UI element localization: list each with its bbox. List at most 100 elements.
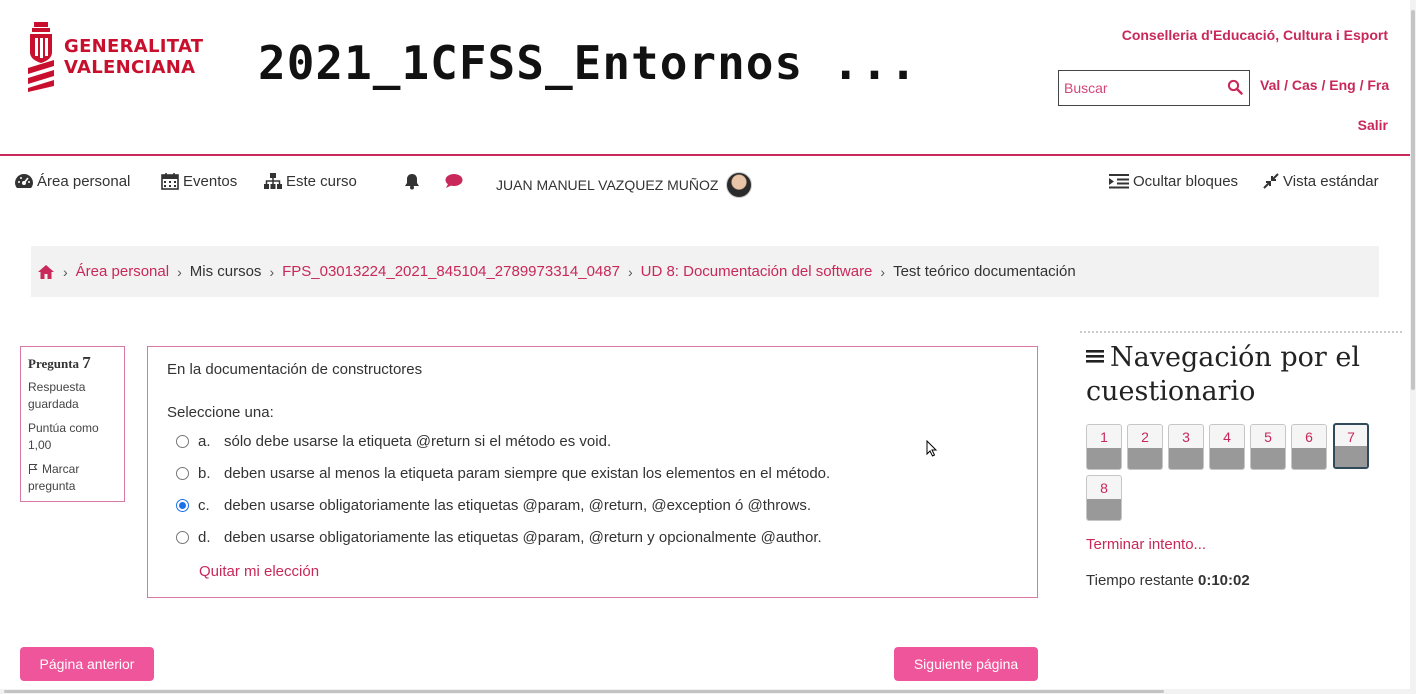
quiz-nav-number: 6 [1305,429,1313,445]
compress-icon [1263,173,1279,189]
breadcrumb-area-personal[interactable]: Área personal [76,263,169,280]
quiz-nav-button-5[interactable]: 5 [1250,424,1286,470]
answered-indicator [1128,448,1162,469]
option-letter: b. [198,464,211,482]
question-number-value: 7 [82,353,91,372]
search-input[interactable] [1064,73,1224,103]
option-text: deben usarse obligatoriamente las etique… [224,496,812,514]
question-content: En la documentación de constructores Sel… [147,346,1038,598]
vertical-scrollbar-thumb[interactable] [1411,10,1415,390]
standard-view-button[interactable]: Vista estándar [1262,172,1379,190]
course-title[interactable]: 2021_1CFSS_Entornos ... [258,36,918,90]
answered-indicator [1292,448,1326,469]
option-text: deben usarse al menos la etiqueta param … [224,464,831,482]
user-menu[interactable]: JUAN MANUEL VAZQUEZ MUÑOZ [496,172,753,198]
answered-indicator [1087,499,1121,520]
nav-este-curso-label: Este curso [286,172,357,190]
user-name: JUAN MANUEL VAZQUEZ MUÑOZ [496,177,719,193]
question-label: Pregunta [28,356,80,371]
radio-button-a[interactable] [176,434,189,448]
breadcrumb-unit[interactable]: UD 8: Documentación del software [641,263,873,280]
flag-question-link[interactable]: Marcar pregunta [28,461,117,495]
quiz-nav-button-1[interactable]: 1 [1086,424,1122,470]
logout-link[interactable]: Salir [1358,117,1388,133]
vertical-scrollbar[interactable] [1410,0,1416,694]
logo-line-1: GENERALITAT [64,36,204,57]
hide-blocks-label: Ocultar bloques [1133,172,1239,190]
generalitat-logo[interactable]: GENERALITAT VALENCIANA [24,20,203,94]
nav-eventos-label: Eventos [183,172,238,190]
finish-attempt-link[interactable]: Terminar intento... [1086,536,1206,553]
hide-blocks-button[interactable]: Ocultar bloques [1108,172,1238,190]
search-icon[interactable] [1227,79,1243,95]
quiz-nav-number: 2 [1141,429,1149,445]
nav-este-curso[interactable]: Este curso [263,172,357,190]
answered-indicator [1087,448,1121,469]
question-info: Pregunta 7 Respuesta guardada Puntúa com… [20,346,125,502]
search-box [1058,70,1250,106]
language-selector[interactable]: Val / Cas / Eng / Fra [1260,77,1389,93]
answered-indicator [1251,448,1285,469]
quiz-navigation-heading: Navegación por el cuestionario [1086,341,1386,409]
logo-line-2: VALENCIANA [64,57,196,78]
answered-indicator [1210,448,1244,469]
generalitat-emblem-icon [28,22,54,92]
clear-choice-link[interactable]: Quitar mi elección [199,563,1018,580]
quiz-nav-button-2[interactable]: 2 [1127,424,1163,470]
conselleria-link[interactable]: Conselleria d'Educació, Cultura i Esport [1122,27,1388,43]
quiz-nav-button-7[interactable]: 7 [1333,423,1369,469]
breadcrumb-separator: › [269,263,275,280]
breadcrumb: › Área personal › Mis cursos › FPS_03013… [31,246,1379,297]
answer-option-b[interactable]: b. deben usarse al menos la etiqueta par… [176,457,1018,489]
nav-area-personal[interactable]: Área personal [14,172,130,190]
question-grade: Puntúa como 1,00 [28,421,99,452]
quiz-nav-number: 5 [1264,429,1272,445]
answer-prompt: Seleccione una: [167,404,274,421]
quiz-nav-button-6[interactable]: 6 [1291,424,1327,470]
breadcrumb-mis-cursos: Mis cursos [189,263,262,280]
quiz-nav-number: 3 [1182,429,1190,445]
calendar-icon [161,173,179,190]
radio-button-c[interactable] [176,498,189,512]
messages-button[interactable] [444,172,467,190]
option-letter: a. [198,432,211,450]
nav-area-personal-label: Área personal [37,172,131,190]
option-letter: d. [198,528,211,546]
answer-option-c[interactable]: c. deben usarse obligatoriamente las eti… [176,489,1018,521]
answer-option-a[interactable]: a. sólo debe usarse la etiqueta @return … [176,425,1018,457]
radio-button-d[interactable] [176,530,189,544]
quiz-nav-number: 8 [1100,480,1108,496]
horizontal-scrollbar[interactable] [0,689,1410,694]
avatar [726,172,753,198]
option-letter: c. [198,496,210,514]
nav-eventos[interactable]: Eventos [160,172,237,190]
breadcrumb-course[interactable]: FPS_03013224_2021_845104_2789973314_0487 [282,263,620,280]
radio-button-b[interactable] [176,466,189,480]
main-navbar: Área personal Eventos Este curso JUAN MA… [0,158,1410,210]
notifications-button[interactable] [404,172,423,190]
quiz-nav-button-3[interactable]: 3 [1168,424,1204,470]
question-text: En la documentación de constructores [167,361,423,378]
option-text: deben usarse obligatoriamente las etique… [224,528,822,546]
sitemap-icon [264,173,282,189]
menu-icon[interactable] [1086,348,1104,364]
mouse-cursor-icon [926,440,938,457]
question-number: Pregunta 7 [28,354,117,372]
breadcrumb-separator: › [627,263,633,280]
next-page-button[interactable]: Siguiente página [894,647,1038,681]
answer-option-d[interactable]: d. deben usarse obligatoriamente las eti… [176,521,1018,553]
sidebar-divider [1080,331,1402,333]
page-header: GENERALITAT VALENCIANA 2021_1CFSS_Entorn… [0,0,1410,156]
bell-icon [405,174,419,190]
horizontal-scrollbar-thumb[interactable] [4,690,1164,693]
quiz-nav-button-4[interactable]: 4 [1209,424,1245,470]
outdent-icon [1109,174,1129,189]
home-icon[interactable] [37,264,55,280]
quiz-nav-button-8[interactable]: 8 [1086,475,1122,521]
quiz-nav-number: 1 [1100,429,1108,445]
logo-text: GENERALITAT VALENCIANA [64,36,203,78]
previous-page-button[interactable]: Página anterior [20,647,154,681]
breadcrumb-separator: › [63,263,68,280]
time-remaining: Tiempo restante 0:10:02 [1086,572,1250,589]
flag-icon [29,464,38,474]
